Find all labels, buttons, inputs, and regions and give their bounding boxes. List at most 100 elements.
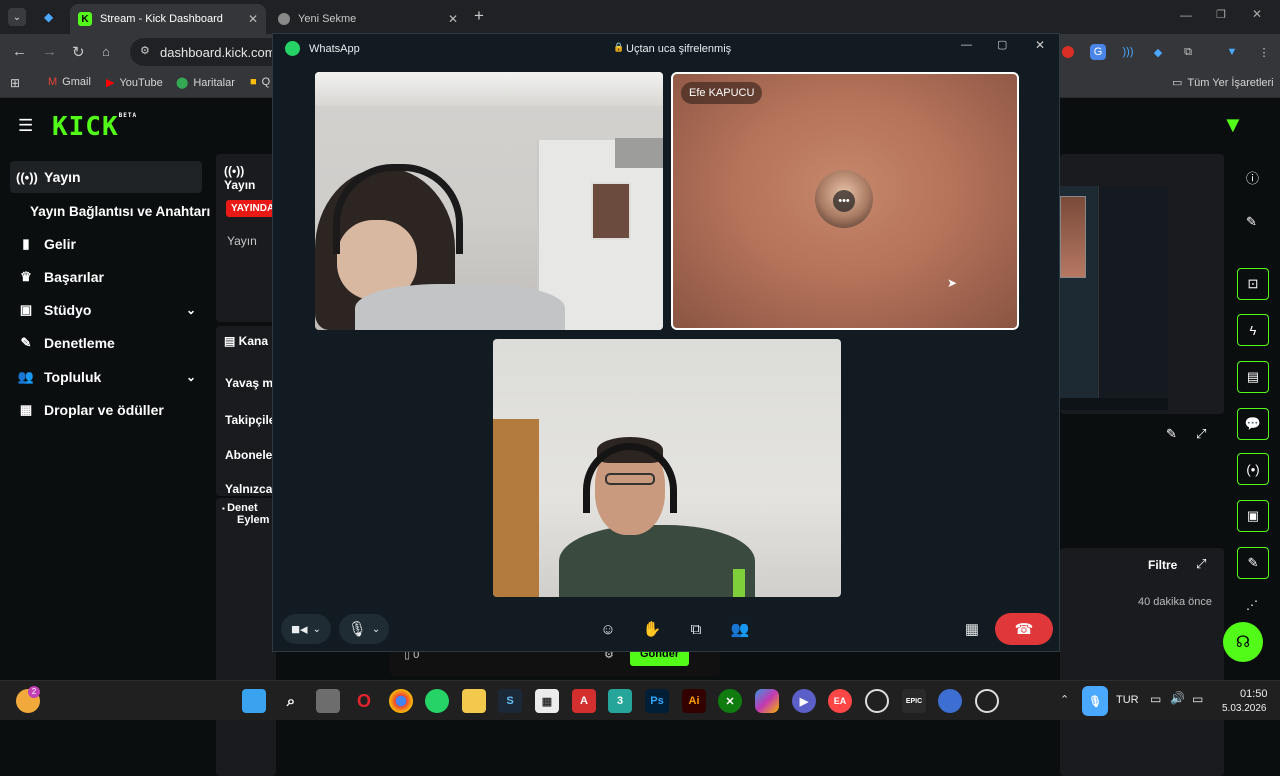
maximize-button[interactable]: ❐ — [1216, 8, 1226, 21]
translate-icon[interactable]: G — [1090, 44, 1106, 60]
clock-time[interactable]: 01:50 — [1240, 688, 1268, 700]
close-window-button[interactable]: ✕ — [1252, 7, 1262, 21]
apps-grid-icon[interactable]: ⊞ — [10, 76, 20, 90]
steam-icon[interactable]: S — [498, 689, 522, 713]
profile-extension-icon[interactable]: ▼ — [1224, 44, 1240, 60]
sidebar-item-stream-key[interactable]: Yayın Bağlantısı ve Anahtarı — [24, 195, 214, 227]
pencil-icon[interactable]: ✎ — [1246, 214, 1257, 230]
bookmark-gmail[interactable]: M Gmail — [48, 76, 91, 88]
start-button[interactable] — [242, 689, 266, 713]
gem-extension-icon[interactable]: ◆ — [1150, 44, 1166, 60]
site-info-icon[interactable]: ⚙ — [140, 44, 150, 57]
obs-icon[interactable] — [975, 689, 999, 713]
kick-heart-icon[interactable]: ▼ — [1222, 112, 1244, 138]
info-icon[interactable]: ⓘ — [1246, 168, 1259, 187]
sidebar-item-moderation[interactable]: ✎ Denetleme — [10, 327, 202, 359]
bookmark-q[interactable]: ■ Q — [250, 76, 270, 88]
close-icon[interactable]: ✕ — [248, 12, 258, 26]
sidebar-item-studio[interactable]: ▣ Stüdyo ⌄ — [10, 294, 202, 326]
rail-notes-button[interactable]: ▤ — [1237, 361, 1269, 393]
maps-icon: ⬤ — [176, 77, 189, 89]
chevron-down-icon: ⌄ — [312, 623, 321, 635]
bookmark-maps[interactable]: ⬤ Haritalar — [176, 76, 235, 90]
add-participant-button[interactable]: 👥 — [727, 614, 753, 644]
chrome-icon[interactable] — [389, 689, 413, 713]
task-view-icon[interactable] — [316, 689, 340, 713]
language-indicator[interactable]: TUR — [1116, 694, 1139, 706]
whatsapp-taskbar-icon[interactable] — [425, 689, 449, 713]
expand-icon[interactable]: ⤢ — [1196, 556, 1206, 572]
app-circle-icon[interactable] — [938, 689, 962, 713]
filter-button[interactable]: Filtre — [1148, 558, 1177, 572]
share-icon[interactable]: ⋰ — [1246, 598, 1258, 612]
video-participant-1[interactable] — [315, 72, 663, 330]
hamburger-menu-icon[interactable]: ☰ — [18, 116, 33, 136]
opera-icon[interactable]: O — [352, 689, 376, 713]
bookmark-youtube[interactable]: ▶ YouTube — [106, 76, 163, 90]
mic-toggle-button[interactable]: 🎙 ⌄ — [339, 614, 389, 644]
photoshop-icon[interactable]: Ps — [645, 689, 669, 713]
video-participant-3[interactable] — [493, 339, 841, 597]
epic-games-icon[interactable]: EPIC — [902, 689, 926, 713]
back-icon[interactable]: ← — [12, 43, 27, 60]
camera-toggle-button[interactable]: ■◂ ⌄ — [281, 614, 331, 644]
screen-share-button[interactable]: ⧉ — [683, 614, 709, 644]
audio-extension-icon[interactable]: ))) — [1120, 44, 1136, 60]
acrobat-icon[interactable]: A — [572, 689, 596, 713]
close-window-button[interactable]: ✕ — [1035, 38, 1045, 52]
rail-broadcast-button[interactable]: (•) — [1237, 453, 1269, 485]
browser-menu-icon[interactable]: ⋮ — [1256, 44, 1272, 60]
copilot-icon[interactable] — [755, 689, 779, 713]
ea-icon[interactable]: EA — [828, 689, 852, 713]
minimize-button[interactable]: — — [961, 39, 972, 51]
rail-wrench-button[interactable]: ✎ — [1237, 547, 1269, 579]
search-icon[interactable]: ⌕ — [279, 689, 303, 713]
end-call-button[interactable]: ☎ — [995, 613, 1053, 645]
edit-icon[interactable]: ✎ — [1166, 426, 1177, 442]
tab-search-dropdown[interactable]: ⌄ — [8, 8, 26, 26]
app-3-icon[interactable]: 3 — [608, 689, 632, 713]
support-chat-button[interactable]: ☊ — [1223, 622, 1263, 662]
microphone-active-icon[interactable]: 🎙 — [1082, 686, 1108, 716]
sidebar-item-community[interactable]: 👥 Topluluk ⌄ — [10, 361, 202, 393]
video-participant-2[interactable]: Efe KAPUCU ••• ➤ — [671, 72, 1019, 330]
reload-icon[interactable]: ↻ — [72, 43, 85, 61]
reactions-button[interactable]: ☺ — [595, 614, 621, 644]
all-bookmarks[interactable]: ▭ Tüm Yer İşaretleri — [1172, 76, 1274, 90]
rail-bolt-button[interactable]: ϟ — [1237, 314, 1269, 346]
media-player-icon[interactable]: ▶ — [792, 689, 816, 713]
rail-chat-button[interactable]: 💬 — [1237, 408, 1269, 440]
raise-hand-button[interactable]: ✋ — [639, 614, 665, 644]
network-icon[interactable]: ▭ — [1150, 692, 1161, 706]
expand-icon[interactable]: ⤢ — [1196, 426, 1206, 442]
sidebar-item-revenue[interactable]: ▮ Gelir — [10, 228, 202, 260]
minimize-button[interactable]: — — [1180, 8, 1192, 22]
more-options-button[interactable]: ••• — [833, 190, 855, 212]
sidebar-item-drops[interactable]: ▦ Droplar ve ödüller — [10, 394, 202, 426]
volume-icon[interactable]: 🔊 — [1170, 691, 1185, 705]
extension-red-icon[interactable] — [1062, 46, 1074, 58]
sidebar-item-achievements[interactable]: ♛ Başarılar — [10, 261, 202, 293]
store-icon[interactable]: ▦ — [535, 689, 559, 713]
ubisoft-icon[interactable] — [865, 689, 889, 713]
forward-icon[interactable]: → — [42, 43, 57, 60]
file-explorer-icon[interactable] — [462, 689, 486, 713]
tab-new-tab[interactable]: Yeni Sekme ✕ — [270, 4, 466, 34]
battery-icon[interactable]: ▭ — [1192, 692, 1203, 706]
pinned-tab-icon[interactable]: ◆ — [44, 10, 53, 24]
kick-logo[interactable]: KICKBETA — [52, 112, 137, 142]
rail-video-button[interactable]: ▣ — [1237, 500, 1269, 532]
tab-kick-dashboard[interactable]: K Stream - Kick Dashboard ✕ — [70, 4, 266, 34]
home-icon[interactable]: ⌂ — [102, 44, 110, 59]
rail-camera-button[interactable]: ⊡ — [1237, 268, 1269, 300]
illustrator-icon[interactable]: Ai — [682, 689, 706, 713]
xbox-icon[interactable]: ✕ — [718, 689, 742, 713]
maximize-button[interactable]: ▢ — [997, 38, 1007, 51]
new-tab-button[interactable]: + — [474, 6, 484, 26]
show-hidden-icons[interactable]: ⌃ — [1060, 693, 1069, 706]
sidebar-item-stream[interactable]: ((•)) Yayın — [10, 161, 202, 193]
clock-date[interactable]: 5.03.2026 — [1222, 703, 1267, 714]
close-icon[interactable]: ✕ — [448, 12, 458, 26]
layout-button[interactable]: ▦ — [959, 614, 985, 644]
extensions-puzzle-icon[interactable]: ⧉ — [1180, 44, 1196, 60]
